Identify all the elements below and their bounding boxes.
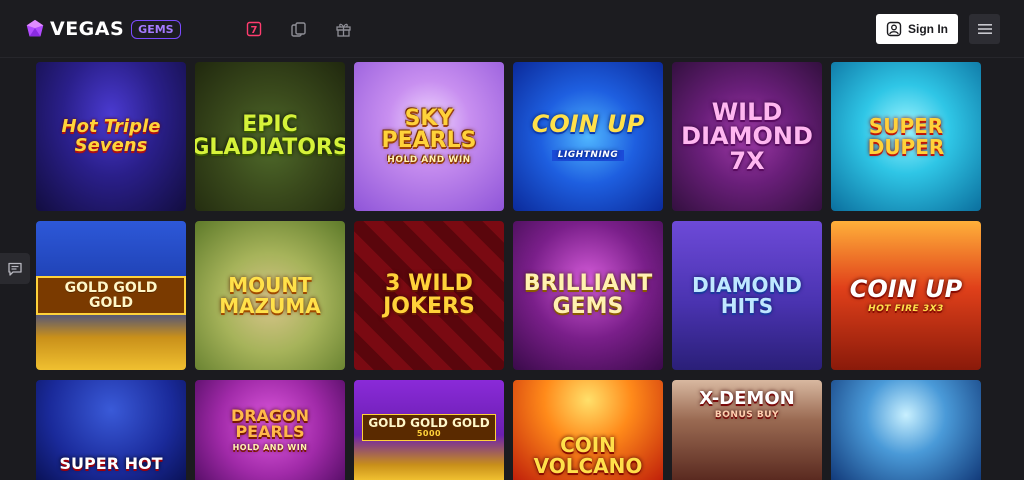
game-tile[interactable]: COIN UP HOT FIRE 3X3 xyxy=(831,221,981,370)
game-tile[interactable]: EPIC GLADIATORS xyxy=(195,62,345,211)
slots-seven-icon[interactable]: 7 xyxy=(244,19,264,39)
game-tile[interactable]: WILD DIAMOND 7X xyxy=(672,62,822,211)
hamburger-menu-button[interactable] xyxy=(969,14,1000,44)
seven-glyph: 7 xyxy=(251,25,258,36)
chat-icon xyxy=(8,262,22,276)
game-tile[interactable]: DIAMOND HITS xyxy=(672,221,822,370)
game-title: X-DEMON xyxy=(699,388,795,409)
game-title: GOLD GOLD GOLD xyxy=(36,276,186,315)
game-tile[interactable]: COIN UP LIGHTNING xyxy=(513,62,663,211)
game-tile[interactable]: SKY PEARLS HOLD AND WIN xyxy=(354,62,504,211)
game-title-block: DRAGON PEARLS HOLD AND WIN xyxy=(195,406,345,452)
game-title: WILD DIAMOND 7X xyxy=(681,97,813,175)
game-title: GOLD GOLD GOLD xyxy=(368,416,490,430)
game-title-block: X-DEMON BONUS BUY xyxy=(693,388,800,421)
game-subtitle: HOLD AND WIN xyxy=(232,442,308,452)
game-title: BRILLIANT GEMS xyxy=(523,271,653,319)
game-tile[interactable]: DRAGON PEARLS HOLD AND WIN xyxy=(195,380,345,480)
game-subtitle: BONUS BUY xyxy=(714,410,780,421)
game-title-block: GOLD GOLD GOLD 5000 xyxy=(362,414,496,442)
game-title-block: COIN UP HOT FIRE 3X3 xyxy=(844,277,968,314)
game-tile[interactable]: X-DEMON BONUS BUY xyxy=(672,380,822,480)
game-title-block: COIN UP LIGHTNING xyxy=(513,112,663,161)
game-tile[interactable]: 3 WILD JOKERS xyxy=(354,221,504,370)
gem-logo-icon xyxy=(26,19,44,37)
game-title: DRAGON PEARLS xyxy=(230,406,310,442)
game-title: COIN UP xyxy=(849,275,963,304)
game-tile[interactable]: SUPER DUPER xyxy=(831,62,981,211)
game-title: EPIC GLADIATORS xyxy=(195,112,345,160)
game-subtitle: LIGHTNING xyxy=(551,149,625,161)
game-tile[interactable]: Hot Triple Sevens xyxy=(36,62,186,211)
game-title: SUPER HOT xyxy=(59,453,163,473)
game-title: DIAMOND HITS xyxy=(692,273,802,318)
top-header: VEGAS GEMS 7 Sign In xyxy=(0,0,1024,58)
hamburger-icon xyxy=(977,24,992,34)
user-icon xyxy=(886,21,902,37)
game-title-block: SKY PEARLS HOLD AND WIN xyxy=(354,105,504,165)
game-tile[interactable]: SUPER HOT xyxy=(36,380,186,480)
game-title: SKY PEARLS xyxy=(381,105,477,154)
logo-text: VEGAS xyxy=(50,18,125,40)
site-logo[interactable]: VEGAS GEMS xyxy=(24,16,181,42)
game-title: COIN VOLCANO xyxy=(533,433,643,478)
game-subtitle: HOT FIRE 3X3 xyxy=(868,303,944,314)
chat-support-button[interactable] xyxy=(0,253,30,284)
game-title: COIN UP xyxy=(531,110,645,139)
game-title: 3 WILD JOKERS xyxy=(383,271,475,319)
game-title: SUPER DUPER xyxy=(867,114,945,159)
game-subtitle: 5000 xyxy=(416,429,442,439)
game-tile[interactable]: GOLD GOLD GOLD xyxy=(36,221,186,370)
sign-in-button[interactable]: Sign In xyxy=(876,14,958,44)
cards-icon[interactable] xyxy=(288,19,308,39)
game-tile[interactable]: MOUNT MAZUMA xyxy=(195,221,345,370)
game-tile[interactable]: BRILLIANT GEMS xyxy=(513,221,663,370)
gift-icon[interactable] xyxy=(333,19,353,39)
game-tile[interactable]: COIN VOLCANO xyxy=(513,380,663,480)
game-tile[interactable] xyxy=(831,380,981,480)
game-title: MOUNT MAZUMA xyxy=(219,273,321,318)
sign-in-label: Sign In xyxy=(908,22,948,36)
game-tile[interactable]: GOLD GOLD GOLD 5000 xyxy=(354,380,504,480)
game-title: Hot Triple Sevens xyxy=(61,116,161,156)
game-subtitle: HOLD AND WIN xyxy=(387,154,471,165)
logo-badge: GEMS xyxy=(131,19,181,39)
